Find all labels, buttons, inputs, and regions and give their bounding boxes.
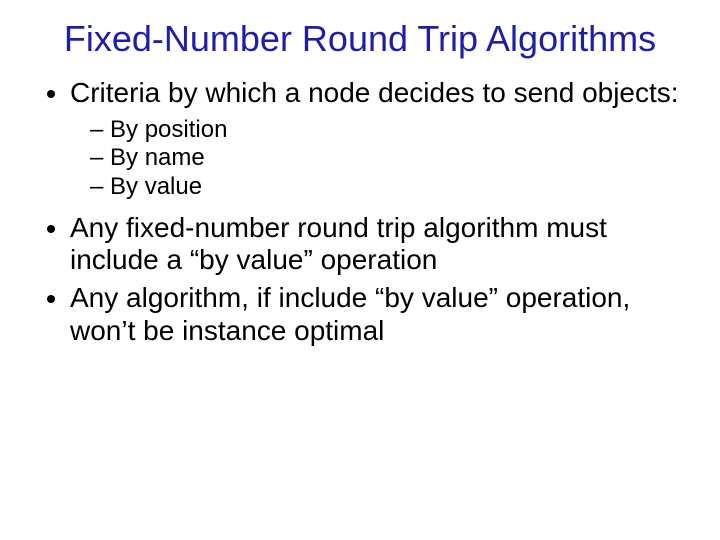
slide-title: Fixed-Number Round Trip Algorithms bbox=[36, 18, 684, 59]
list-item-text: Criteria by which a node decides to send… bbox=[70, 77, 679, 108]
sub-list-item: By value bbox=[90, 173, 684, 202]
sub-list-item: By name bbox=[90, 144, 684, 173]
list-item-text: Any fixed-number round trip algorithm mu… bbox=[70, 212, 607, 275]
list-item: Criteria by which a node decides to send… bbox=[70, 77, 684, 202]
bullet-list: Criteria by which a node decides to send… bbox=[36, 77, 684, 346]
list-item: Any algorithm, if include “by value” ope… bbox=[70, 282, 684, 346]
list-item-text: Any algorithm, if include “by value” ope… bbox=[70, 282, 630, 345]
slide: Fixed-Number Round Trip Algorithms Crite… bbox=[0, 0, 720, 540]
sub-list-item: By position bbox=[90, 116, 684, 145]
sub-list: By position By name By value bbox=[70, 116, 684, 202]
list-item: Any fixed-number round trip algorithm mu… bbox=[70, 212, 684, 276]
